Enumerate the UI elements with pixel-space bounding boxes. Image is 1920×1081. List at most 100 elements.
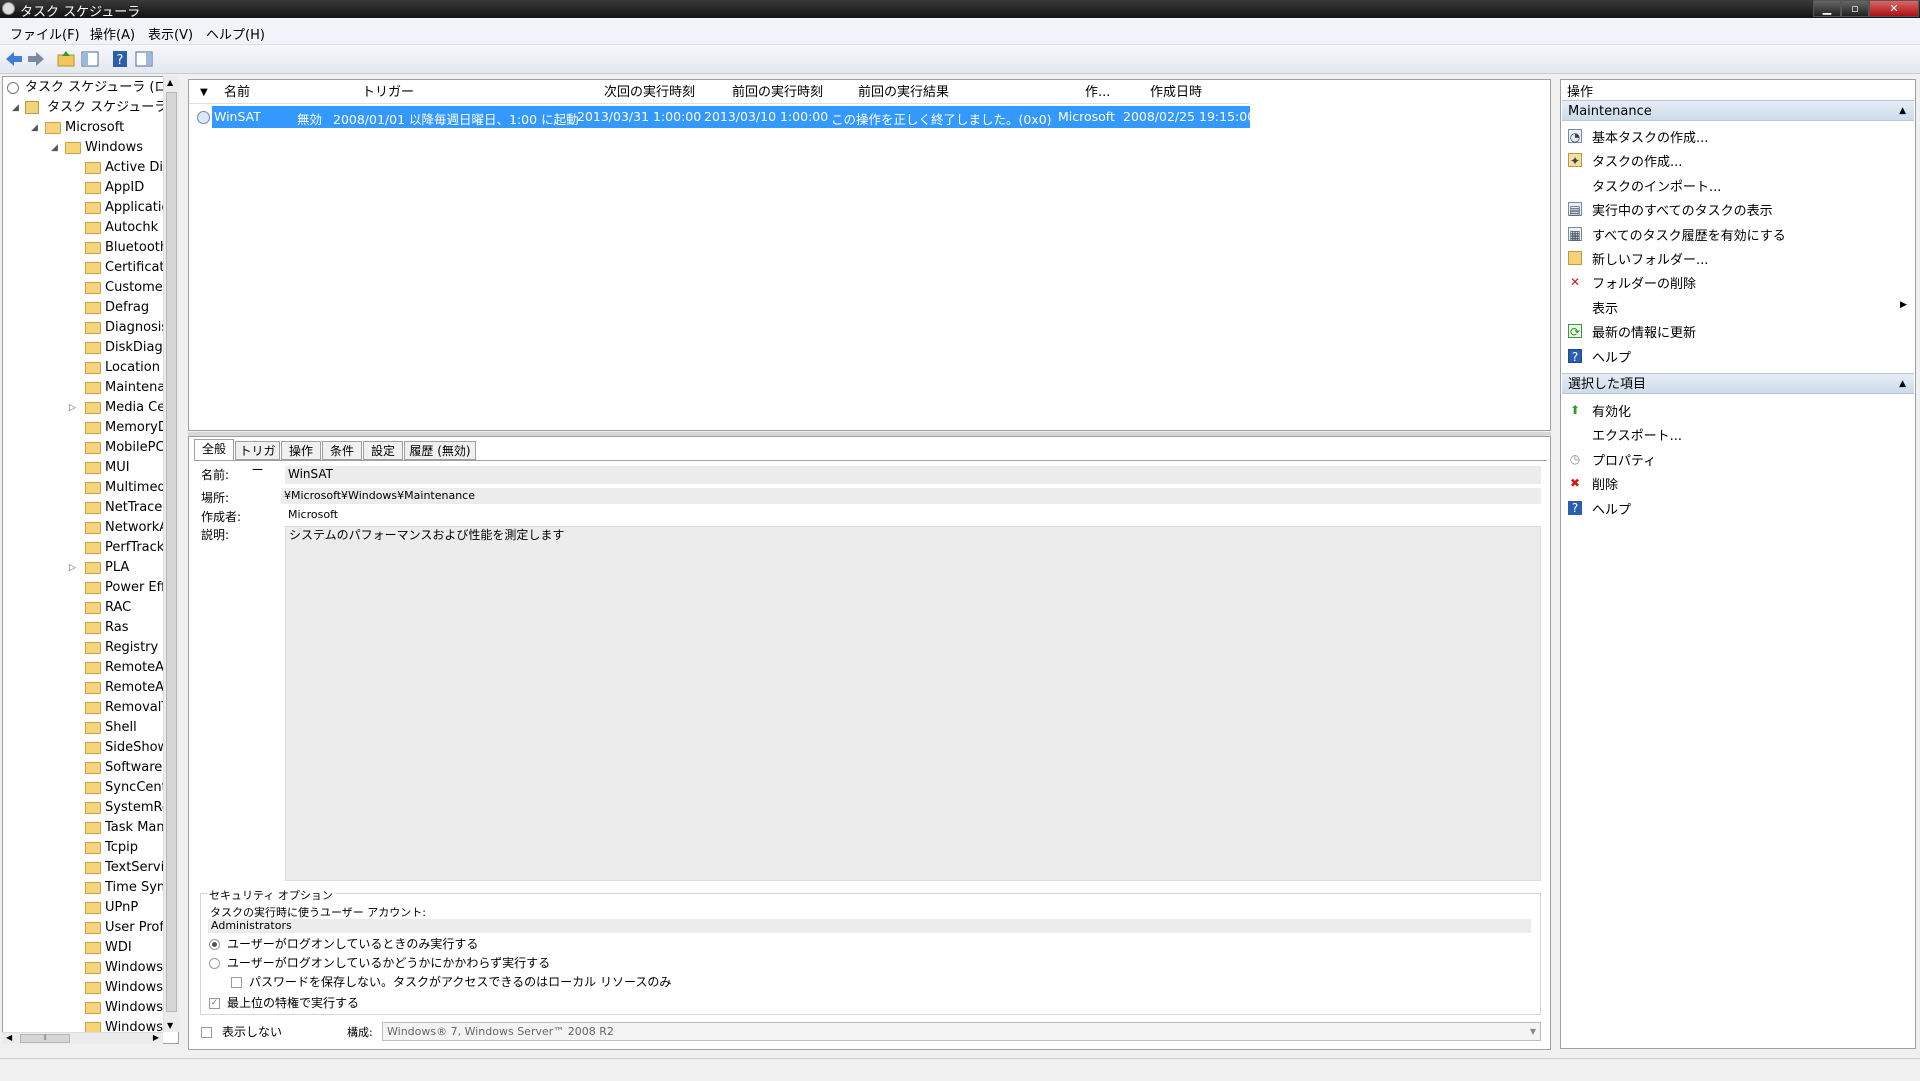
tree-item-folder[interactable]: MUI [3, 458, 163, 478]
collapse-arrow-icon[interactable]: ◢ [31, 118, 38, 138]
tab-settings[interactable]: 設定 [363, 441, 403, 460]
tree-item-folder[interactable]: Defrag [3, 298, 163, 318]
tree-item-folder[interactable]: RemoteAs [3, 678, 171, 698]
location-field[interactable]: ¥Microsoft¥Windows¥Maintenance [281, 488, 1541, 504]
tree-item-folder[interactable]: Windows F [3, 978, 175, 998]
tree-item-folder[interactable]: Location [3, 358, 163, 378]
action-item[interactable]: 有効化 [1592, 401, 1631, 420]
tree-hscroll-thumb[interactable]: ⦀ [20, 1034, 70, 1043]
tree-item-folder[interactable]: SystemRe [3, 798, 170, 818]
action-item[interactable]: すべてのタスク履歴を有効にする [1592, 225, 1786, 244]
tree-item-folder[interactable]: ▷ PLA [3, 558, 163, 578]
tree-item-folder[interactable]: Ras [3, 618, 163, 638]
configure-for-dropdown[interactable]: Windows® 7, Windows Server™ 2008 R2 ▼ [382, 1022, 1541, 1041]
tree-item-folder[interactable]: Windows N [3, 998, 177, 1018]
action-item[interactable]: 最新の情報に更新 [1592, 322, 1696, 341]
tree-item-folder[interactable]: Maintenan [3, 378, 174, 398]
scroll-left-arrow-icon[interactable]: ◀ [6, 1033, 12, 1042]
tree-item-folder[interactable]: Diagnosis [3, 318, 168, 338]
minimize-button[interactable]: ▁ [1813, 0, 1841, 17]
close-button[interactable]: ✕ [1869, 0, 1919, 17]
tree-item-folder[interactable]: SyncCente [3, 778, 175, 798]
scroll-up-arrow-icon[interactable]: ▲ [167, 78, 173, 87]
menu-help[interactable]: ヘルプ(H) [206, 24, 265, 43]
tree-item-folder[interactable]: Customer [3, 278, 168, 298]
tree-item-folder[interactable]: PerfTrack [3, 538, 164, 558]
back-arrow-icon[interactable] [4, 49, 24, 69]
tree-item-folder[interactable]: SoftwareP [3, 758, 170, 778]
author-field[interactable]: Microsoft [285, 507, 1541, 524]
action-item[interactable]: タスクの作成... [1592, 151, 1682, 170]
tree-item-folder[interactable]: NetTrace [3, 498, 163, 518]
tree-item-folder[interactable]: MobilePC [3, 438, 165, 458]
tree-item-folder[interactable]: NetworkAc [3, 518, 175, 538]
action-item[interactable]: 新しいフォルダー... [1592, 249, 1708, 268]
dropdown-arrow-icon[interactable]: ▼ [1530, 1023, 1536, 1040]
tree-item-folder[interactable]: Bluetooth [3, 238, 168, 258]
run-only-logged-on-radio[interactable] [209, 939, 220, 950]
description-field[interactable]: システムのパフォーマンスおよび性能を測定します [285, 526, 1541, 881]
tree-item-folder[interactable]: UPnP [3, 898, 163, 918]
tree-item-folder[interactable]: RemovalTo [3, 698, 175, 718]
collapse-arrow-icon[interactable]: ◢ [12, 98, 19, 118]
menu-file[interactable]: ファイル(F) [10, 24, 80, 43]
up-folder-icon[interactable] [56, 49, 76, 69]
run-whether-logged-on-radio[interactable] [209, 958, 220, 969]
tree-item-folder[interactable]: RAC [3, 598, 163, 618]
tree-item-folder[interactable]: Shell [3, 718, 163, 738]
tree-item-library[interactable]: ◢ タスク スケジューラ [3, 98, 167, 118]
column-header-trigger[interactable]: トリガー [362, 83, 414, 103]
action-item[interactable]: タスクのインポート... [1592, 176, 1721, 195]
action-item[interactable]: 削除 [1592, 474, 1618, 493]
column-header-created[interactable]: 作成日時 [1150, 83, 1202, 103]
tab-actions[interactable]: 操作 [281, 441, 321, 460]
tree-item-folder[interactable]: RemoteAp [3, 658, 172, 678]
tree-item-windows[interactable]: ◢ Windows [3, 138, 163, 158]
tab-triggers[interactable]: トリガー [235, 441, 280, 477]
selected-item-section-header[interactable]: 選択した項目 ▲ [1562, 373, 1914, 394]
tab-conditions[interactable]: 条件 [322, 441, 362, 460]
tree-item-folder[interactable]: Tcpip [3, 838, 163, 858]
tree-item-folder[interactable]: WDI [3, 938, 163, 958]
action-item[interactable]: 基本タスクの作成... [1592, 127, 1708, 146]
tab-general[interactable]: 全般 [194, 439, 234, 460]
column-header-name[interactable]: 名前 [224, 83, 250, 103]
menu-view[interactable]: 表示(V) [148, 24, 193, 43]
help-icon[interactable]: ? [110, 49, 130, 69]
action-item[interactable]: ヘルプ [1592, 347, 1631, 366]
highest-privileges-checkbox[interactable]: ✓ [209, 998, 220, 1009]
expand-arrow-icon[interactable]: ▷ [69, 558, 76, 578]
column-header-author[interactable]: 作... [1085, 83, 1110, 103]
tree-item-folder[interactable]: Windows E [3, 958, 175, 978]
tree-item-folder[interactable]: Active Dire [3, 158, 176, 178]
scroll-down-arrow-icon[interactable]: ▼ [167, 1021, 173, 1030]
maximize-button[interactable]: ▫ [1841, 0, 1869, 17]
tree-item-folder[interactable]: Multimedia [3, 478, 177, 498]
column-header-last-result[interactable]: 前回の実行結果 [858, 83, 949, 103]
action-item[interactable]: エクスポート... [1592, 425, 1682, 444]
action-item[interactable]: 実行中のすべてのタスクの表示 [1592, 200, 1773, 219]
tree-item-folder[interactable]: Power Effi [3, 578, 169, 598]
do-not-store-password-checkbox[interactable] [231, 977, 242, 988]
action-item[interactable]: フォルダーの削除 [1592, 273, 1696, 292]
tree-item-folder[interactable]: SideShow [3, 738, 168, 758]
tree-item-folder[interactable]: DiskDiagno [3, 338, 178, 358]
tree-item-folder[interactable]: Applicatior [3, 198, 175, 218]
collapse-up-icon[interactable]: ▲ [1899, 374, 1906, 395]
tree-item-folder[interactable]: Certificate [3, 258, 173, 278]
tree-item-folder[interactable]: AppID [3, 178, 163, 198]
column-header-last-run[interactable]: 前回の実行時刻 [732, 83, 823, 103]
menu-action[interactable]: 操作(A) [90, 24, 135, 43]
forward-arrow-icon[interactable] [26, 49, 46, 69]
show-hide-tree-icon[interactable] [80, 49, 100, 69]
scroll-right-arrow-icon[interactable]: ▶ [153, 1033, 159, 1042]
tree-item-folder[interactable]: ▷ Media Cen [3, 398, 174, 418]
tree-scroll-thumb[interactable] [166, 92, 177, 1012]
show-hide-action-pane-icon[interactable] [134, 49, 154, 69]
tree-vertical-scrollbar[interactable]: ▲ ▼ [163, 76, 179, 1032]
column-sort-arrow-icon[interactable]: ▼ [200, 83, 208, 103]
tree-item-folder[interactable]: Registry [3, 638, 163, 658]
collapse-up-icon[interactable]: ▲ [1899, 101, 1906, 122]
collapse-arrow-icon[interactable]: ◢ [51, 138, 58, 158]
hidden-checkbox[interactable] [201, 1027, 212, 1038]
